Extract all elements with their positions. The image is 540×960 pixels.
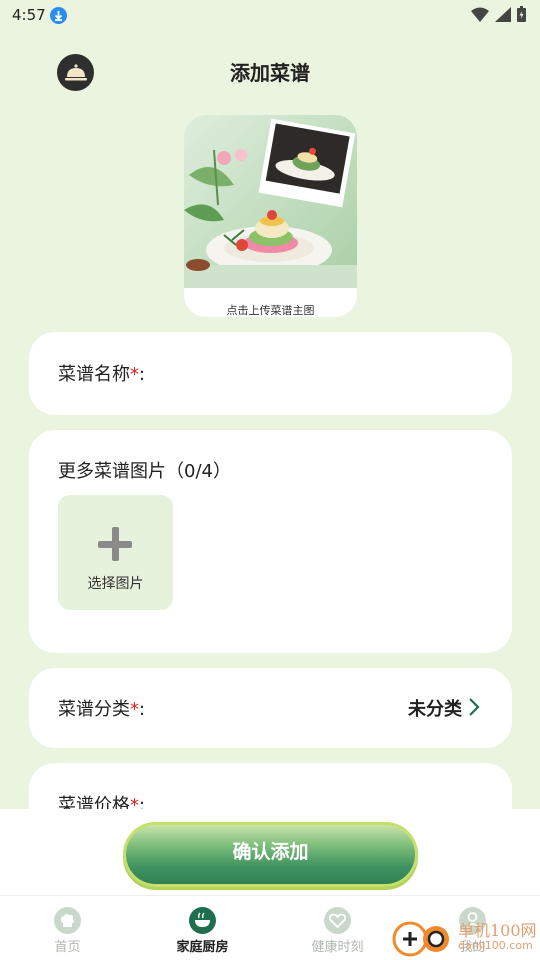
wifi-icon	[471, 7, 489, 22]
confirm-add-button[interactable]: 确认添加	[123, 822, 418, 887]
cover-image	[184, 115, 357, 288]
cover-caption: 点击上传菜谱主图	[226, 304, 315, 317]
cover-upload[interactable]: 点击上传菜谱主图	[184, 115, 357, 317]
watermark-text: 单机100网	[458, 920, 537, 940]
status-indicators	[471, 6, 526, 22]
tab-home[interactable]: 首页	[0, 896, 135, 960]
signal-icon	[495, 6, 511, 22]
watermark: 单机100网 danji100.com	[392, 915, 537, 959]
page-title: 添加菜谱	[230, 61, 310, 85]
tab-family-kitchen[interactable]: 家庭厨房	[135, 896, 270, 960]
status-time: 4:57	[12, 6, 46, 24]
chef-hat-icon	[54, 907, 81, 934]
chevron-right-icon	[469, 698, 480, 716]
required-mark: *	[130, 699, 139, 720]
category-value: 未分类	[408, 699, 462, 720]
required-mark: *	[130, 364, 139, 385]
tab-home-label: 首页	[54, 940, 81, 955]
watermark-subtext: danji100.com	[458, 938, 533, 952]
recipe-category-card[interactable]: 菜谱分类*: 未分类	[29, 668, 512, 748]
tab-health-moment[interactable]: 健康时刻	[270, 896, 405, 960]
watermark-logo-icon	[392, 921, 449, 957]
heart-icon	[324, 907, 351, 934]
tab-health-moment-label: 健康时刻	[311, 940, 364, 955]
more-photos-card: 更多菜谱图片（0/4） 选择图片	[29, 430, 512, 653]
battery-icon	[517, 6, 526, 22]
recipe-name-card[interactable]: 菜谱名称*:	[29, 332, 512, 415]
select-photo-button[interactable]: 选择图片	[58, 495, 173, 610]
recipe-category-label: 菜谱分类*:	[58, 699, 146, 720]
status-bar: 4:57	[0, 0, 540, 32]
download-icon	[50, 7, 67, 24]
recipe-name-label: 菜谱名称*:	[58, 364, 146, 385]
tab-family-kitchen-label: 家庭厨房	[176, 940, 229, 955]
more-photos-label: 更多菜谱图片（0/4）	[58, 461, 231, 482]
bowl-icon	[189, 907, 216, 934]
select-photo-label: 选择图片	[87, 576, 144, 592]
